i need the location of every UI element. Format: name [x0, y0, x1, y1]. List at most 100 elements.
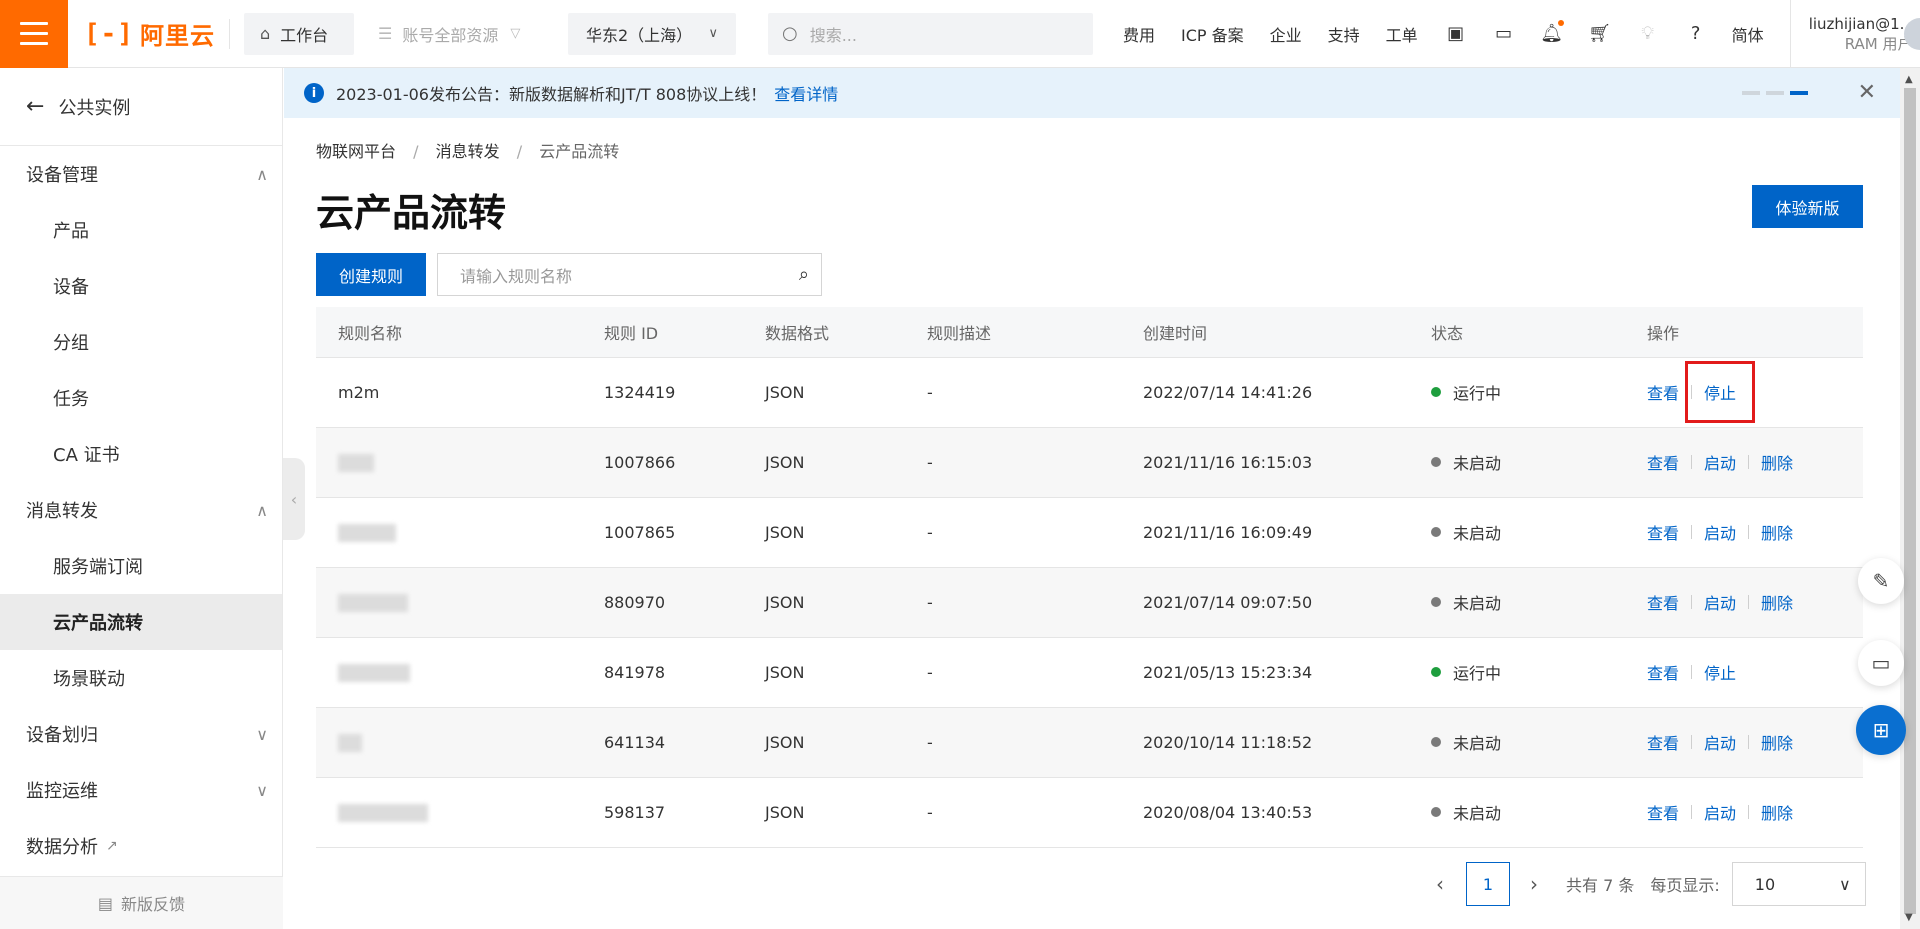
view-link[interactable]: 查看: [1647, 380, 1679, 404]
page-title: 云产品流转: [316, 191, 507, 235]
sidebar-item-cloud-flow[interactable]: 云产品流转: [0, 594, 282, 650]
resource-label: 账号全部资源: [402, 25, 499, 45]
delete-link[interactable]: 删除: [1761, 800, 1793, 824]
sidebar-item-data-analysis[interactable]: 数据分析 ↗: [0, 818, 282, 874]
announcement-details-link[interactable]: 查看详情: [774, 81, 838, 105]
search-icon[interactable]: ⌕: [799, 264, 809, 285]
search-icon: ○: [781, 23, 798, 44]
prev-page-icon[interactable]: ‹: [1436, 872, 1444, 896]
rule-time: 2021/05/13 15:23:34: [1143, 637, 1431, 708]
database-icon: ☰: [377, 24, 393, 43]
announcement-banner: i 2023-01-06发布公告：新版数据解析和JT/T 808协议上线！ 查看…: [284, 68, 1900, 118]
view-link[interactable]: 查看: [1647, 800, 1679, 824]
close-icon[interactable]: ✕: [1858, 80, 1876, 105]
delete-link[interactable]: 删除: [1761, 730, 1793, 754]
view-link[interactable]: 查看: [1647, 520, 1679, 544]
page-number[interactable]: 1: [1466, 862, 1510, 906]
sidebar-group-monitor[interactable]: 监控运维 ∨: [0, 762, 282, 818]
next-page-icon[interactable]: ›: [1530, 872, 1538, 896]
rule-search-input[interactable]: 请输入规则名称 ⌕: [437, 253, 822, 296]
sidebar-item-scene[interactable]: 场景联动: [0, 650, 282, 706]
sidebar-item-server-sub[interactable]: 服务端订阅: [0, 538, 282, 594]
aliyun-logo[interactable]: [-] 阿里云: [84, 16, 215, 51]
nav-fees[interactable]: 费用: [1123, 22, 1155, 46]
language-switch[interactable]: 简体: [1732, 22, 1764, 46]
nav-support[interactable]: 支持: [1328, 22, 1360, 46]
workbench-button[interactable]: ⌂ 工作台: [243, 12, 354, 55]
sidebar-item-device[interactable]: 设备: [0, 258, 282, 314]
stop-link[interactable]: 停止: [1704, 660, 1736, 684]
status-dot: [1431, 597, 1441, 607]
user-menu[interactable]: liuzhijian@1... RAM 用户: [1789, 0, 1920, 68]
rule-time: 2021/11/16 16:09:49: [1143, 497, 1431, 568]
rule-id: 880970: [604, 567, 765, 638]
status-text: 未启动: [1453, 804, 1502, 823]
breadcrumb-item[interactable]: 物联网平台: [316, 142, 396, 161]
start-link[interactable]: 启动: [1704, 800, 1736, 824]
edit-icon[interactable]: ✎: [1858, 558, 1904, 604]
view-link[interactable]: 查看: [1647, 590, 1679, 614]
start-link[interactable]: 启动: [1704, 450, 1736, 474]
notification-dot: [1557, 19, 1564, 26]
help-icon[interactable]: ?: [1684, 22, 1708, 46]
app-icon[interactable]: ▣: [1444, 22, 1468, 46]
try-new-version-button[interactable]: 体验新版: [1752, 185, 1863, 228]
header-create-time: 创建时间: [1143, 307, 1431, 358]
scroll-down-icon[interactable]: ▼: [1905, 912, 1913, 923]
sidebar-group-device-assign[interactable]: 设备划归 ∨: [0, 706, 282, 762]
nav-ticket[interactable]: 工单: [1386, 22, 1418, 46]
feedback-button[interactable]: ▤ 新版反馈: [0, 876, 283, 929]
nav-icp[interactable]: ICP 备案: [1181, 22, 1244, 46]
rule-format: JSON: [765, 637, 927, 708]
scroll-up-icon[interactable]: ▲: [1905, 74, 1913, 85]
apps-icon[interactable]: ⊞: [1856, 705, 1906, 755]
sidebar-collapse-toggle[interactable]: ‹: [283, 458, 305, 540]
feedback-icon: ▤: [97, 893, 114, 913]
page-scrollbar[interactable]: ▲ ▼: [1900, 68, 1920, 929]
start-link[interactable]: 启动: [1704, 520, 1736, 544]
start-link[interactable]: 启动: [1704, 590, 1736, 614]
chevron-down-icon: ▽: [510, 26, 521, 41]
resource-selector[interactable]: ☰ 账号全部资源 ▽: [378, 22, 558, 46]
data-analysis-label: 数据分析: [26, 837, 98, 858]
chat-icon[interactable]: ▭: [1858, 640, 1904, 686]
scroll-thumb[interactable]: [1904, 88, 1916, 914]
chevron-up-icon: ∧: [256, 164, 268, 184]
breadcrumb: 物联网平台 / 消息转发 / 云产品流转: [316, 138, 619, 162]
rule-desc: -: [927, 567, 1143, 638]
sidebar-item-product[interactable]: 产品: [0, 202, 282, 258]
create-rule-button[interactable]: 创建规则: [316, 253, 426, 296]
lightbulb-icon[interactable]: 💡︎: [1636, 22, 1660, 46]
view-link[interactable]: 查看: [1647, 660, 1679, 684]
delete-link[interactable]: 删除: [1761, 450, 1793, 474]
rule-actions: 查看 启动 删除: [1647, 777, 1863, 848]
sidebar-group-msg-forward[interactable]: 消息转发 ∧: [0, 482, 282, 538]
table-row: 598137 JSON - 2020/08/04 13:40:53 未启动 查看…: [316, 777, 1863, 848]
per-page-select[interactable]: 10 ∨: [1731, 862, 1866, 906]
view-link[interactable]: 查看: [1647, 450, 1679, 474]
table-header-row: 规则名称 规则 ID 数据格式 规则描述 创建时间 状态 操作: [316, 307, 1863, 358]
terminal-icon[interactable]: ▭: [1492, 22, 1516, 46]
nav-enterprise[interactable]: 企业: [1270, 22, 1302, 46]
bell-icon[interactable]: 🔔︎: [1540, 19, 1564, 46]
sidebar-item-group[interactable]: 分组: [0, 314, 282, 370]
breadcrumb-current: 云产品流转: [539, 142, 620, 161]
sidebar-item-task[interactable]: 任务: [0, 370, 282, 426]
sidebar-group-device-mgmt[interactable]: 设备管理 ∧: [0, 146, 282, 202]
start-link[interactable]: 启动: [1704, 730, 1736, 754]
global-search-input[interactable]: ○ 搜索...: [767, 12, 1093, 55]
workbench-label: 工作台: [280, 25, 329, 45]
rule-status: 未启动: [1431, 707, 1647, 778]
rule-status: 未启动: [1431, 777, 1647, 848]
view-link[interactable]: 查看: [1647, 730, 1679, 754]
region-selector[interactable]: 华东2（上海） ∨: [567, 12, 736, 55]
back-to-instances[interactable]: ← 公共实例: [0, 68, 282, 146]
carousel-indicator[interactable]: [1742, 91, 1808, 95]
breadcrumb-item[interactable]: 消息转发: [436, 142, 500, 161]
delete-link[interactable]: 删除: [1761, 590, 1793, 614]
sidebar-item-ca[interactable]: CA 证书: [0, 426, 282, 482]
menu-icon[interactable]: [0, 0, 68, 68]
stop-link[interactable]: 停止: [1685, 361, 1756, 423]
delete-link[interactable]: 删除: [1761, 520, 1793, 544]
cart-icon[interactable]: 🛒︎: [1588, 22, 1612, 46]
